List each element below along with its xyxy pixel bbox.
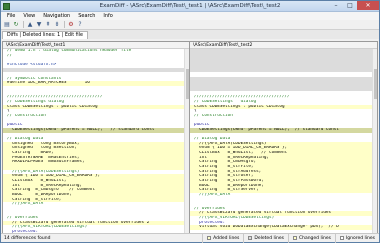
- right-pane[interactable]: \ASrc\ExamDiff\Test\_test2 /////////////…: [190, 42, 377, 233]
- window-controls: – □ ✕: [329, 0, 379, 12]
- app-icon: [3, 2, 10, 10]
- legend-swatch: [339, 236, 344, 240]
- left-pane[interactable]: \ASrc\ExamDiff\Test\_test1 // demo 1.h :…: [3, 42, 190, 233]
- diff-panes: \ASrc\ExamDiff\Test\_test1 // demo 1.h :…: [2, 41, 378, 234]
- left-file-path: \ASrc\ExamDiff\Test\_test1: [3, 42, 189, 49]
- menu-bar: File View Navigation Search Info: [1, 12, 379, 20]
- right-scrollbar[interactable]: [372, 49, 377, 233]
- menu-info[interactable]: Info: [99, 12, 116, 20]
- legend-swatch: [248, 236, 253, 240]
- window-title: ExamDiff - \ASrc\ExamDiff\Test\_test1 | …: [99, 2, 281, 9]
- legend-added: Added lines: [202, 233, 243, 243]
- close-button[interactable]: ✕: [357, 0, 379, 10]
- legend-label: Ignored lines: [345, 235, 375, 241]
- legend-swatch: [207, 236, 212, 240]
- help-icon[interactable]: ?: [76, 21, 84, 29]
- last-diff-icon[interactable]: ⇟: [53, 21, 61, 29]
- next-diff-icon[interactable]: ▼: [35, 21, 43, 29]
- minimize-button[interactable]: –: [329, 1, 343, 10]
- left-scrollbar[interactable]: [184, 49, 189, 233]
- title-bar[interactable]: ExamDiff - \ASrc\ExamDiff\Test\_test1 | …: [1, 0, 379, 12]
- options-icon[interactable]: ⚙: [67, 21, 75, 29]
- refresh-icon[interactable]: ↻: [12, 21, 20, 29]
- legend-ignored: Ignored lines: [334, 233, 379, 243]
- legend-label: Deleted lines: [254, 235, 284, 241]
- legend-label: Added lines: [213, 235, 240, 241]
- menu-view[interactable]: View: [19, 12, 39, 20]
- toolbar: ▤ ↻ ▲ ▼ ⇞ ⇟ ⚙ ?: [1, 20, 379, 30]
- app-window: ExamDiff - \ASrc\ExamDiff\Test\_test1 | …: [0, 0, 380, 243]
- maximize-button[interactable]: □: [343, 1, 357, 10]
- open-icon[interactable]: ▤: [3, 21, 11, 29]
- legend: Added lines Deleted lines Changed lines …: [202, 233, 379, 243]
- status-text: 14 differences found: [4, 235, 51, 241]
- tab-bar: Diffs | Deleted lines: 1 | Edit file: [1, 30, 379, 39]
- toolbar-separator: [64, 21, 65, 28]
- legend-swatch: [292, 236, 297, 240]
- left-scroll-thumb[interactable]: [186, 69, 189, 99]
- menu-file[interactable]: File: [3, 12, 19, 20]
- toolbar-separator: [23, 21, 24, 28]
- right-scroll-thumb[interactable]: [374, 69, 377, 99]
- menu-search[interactable]: Search: [74, 12, 99, 20]
- prev-diff-icon[interactable]: ▲: [26, 21, 34, 29]
- first-diff-icon[interactable]: ⇞: [44, 21, 52, 29]
- right-file-path: \ASrc\ExamDiff\Test\_test2: [190, 42, 377, 49]
- left-code[interactable]: // demo 1.h : dialog communications head…: [3, 49, 189, 233]
- legend-changed: Changed lines: [287, 233, 335, 243]
- menu-navigation[interactable]: Navigation: [39, 12, 74, 20]
- legend-deleted: Deleted lines: [243, 233, 288, 243]
- tab-diff[interactable]: Diffs | Deleted lines: 1 | Edit file: [2, 31, 88, 39]
- legend-label: Changed lines: [298, 235, 331, 241]
- right-code[interactable]: /////////////////////////////////////// …: [190, 49, 377, 233]
- status-bar: 14 differences found Added lines Deleted…: [1, 233, 379, 243]
